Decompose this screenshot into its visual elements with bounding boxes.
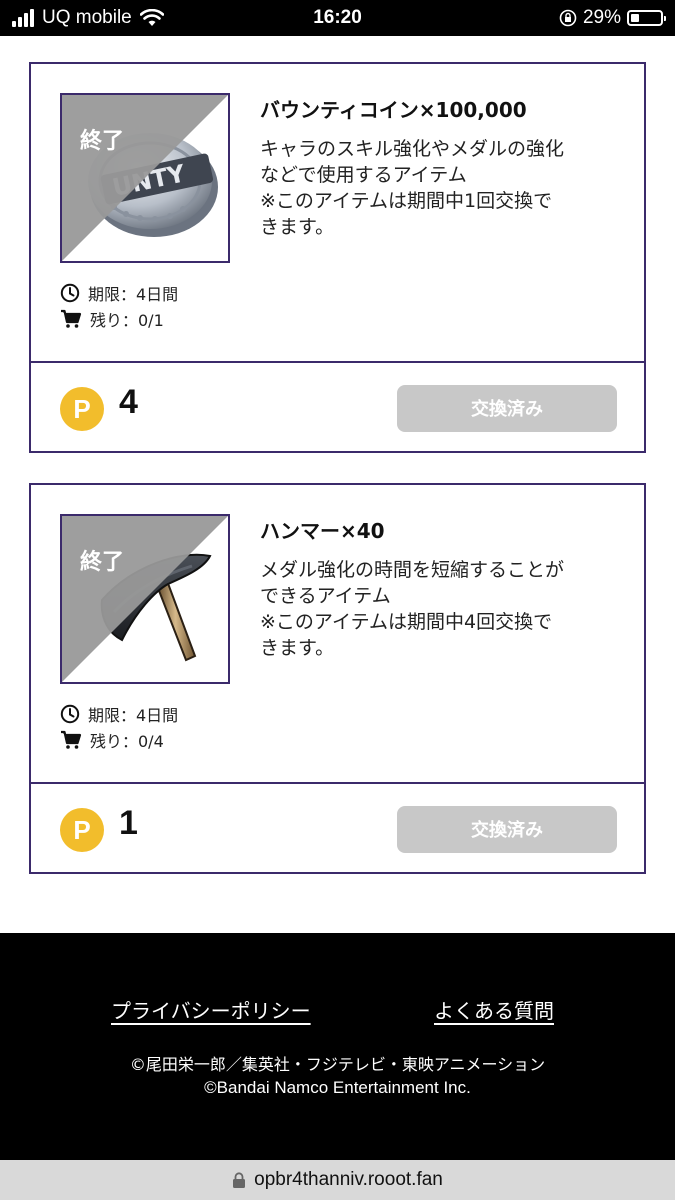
status-bar-right: 29% bbox=[559, 0, 666, 36]
reward-card: 終了 期限：4日間 残り：0/4 ハンマー×40 メダル強化の時間を短縮すること… bbox=[29, 483, 646, 874]
description-line: メダル強化の時間を短縮することが bbox=[260, 559, 565, 581]
clock-icon bbox=[60, 704, 80, 724]
description-line: ※このアイテムは期間中4回交換で bbox=[260, 611, 553, 633]
reward-card-body: UNTY 終了 期限：4日間 残り：0/1 バウンティコイン×100,000 キ… bbox=[31, 64, 644, 361]
description-line: などで使用するアイテム bbox=[260, 164, 467, 186]
ended-label: 終了 bbox=[80, 550, 125, 575]
reward-title: ハンマー×40 bbox=[260, 519, 385, 543]
browser-url-bar[interactable]: opbr4thanniv.rooot.fan bbox=[0, 1160, 675, 1200]
url-text: opbr4thanniv.rooot.fan bbox=[254, 1169, 443, 1190]
deadline-row: 期限：4日間 bbox=[60, 280, 178, 306]
orientation-lock-icon bbox=[559, 9, 577, 27]
reward-thumbnail: 終了 bbox=[60, 514, 230, 684]
copyright-text: ©尾田栄一郎／集英社・フジテレビ・東映アニメーション bbox=[129, 1055, 546, 1074]
description-line: きます。 bbox=[260, 216, 335, 238]
battery-percent: 29% bbox=[582, 7, 621, 28]
reward-description: メダル強化の時間を短縮することが できるアイテム ※このアイテムは期間中4回交換… bbox=[260, 557, 620, 661]
ended-ribbon bbox=[62, 516, 228, 682]
faq-link[interactable]: よくある質問 bbox=[434, 995, 554, 1024]
battery-icon bbox=[627, 10, 666, 26]
lock-icon bbox=[233, 1171, 246, 1188]
description-line: きます。 bbox=[260, 637, 335, 659]
reward-card-footer: P 4 交換済み bbox=[31, 363, 644, 451]
copyright-text: ©Bandai Namco Entertainment Inc. bbox=[204, 1078, 471, 1097]
description-line: できるアイテム bbox=[260, 585, 391, 607]
remaining-text: 残り：0/4 bbox=[90, 732, 164, 751]
description-line: キャラのスキル強化やメダルの強化 bbox=[260, 138, 565, 160]
point-cost: 4 bbox=[119, 383, 138, 421]
clock-icon bbox=[60, 283, 80, 303]
remaining-row: 残り：0/1 bbox=[60, 306, 178, 332]
exchanged-button[interactable]: 交換済み bbox=[397, 806, 617, 853]
privacy-policy-link[interactable]: プライバシーポリシー bbox=[111, 995, 311, 1024]
site-footer: プライバシーポリシー よくある質問 ©尾田栄一郎／集英社・フジテレビ・東映アニメ… bbox=[0, 933, 675, 1160]
ended-ribbon bbox=[62, 95, 228, 261]
reward-meta: 期限：4日間 残り：0/1 bbox=[60, 280, 178, 332]
reward-card: UNTY 終了 期限：4日間 残り：0/1 バウンティコイン×100,000 キ… bbox=[29, 62, 646, 453]
remaining-text: 残り：0/1 bbox=[90, 311, 164, 330]
reward-card-body: 終了 期限：4日間 残り：0/4 ハンマー×40 メダル強化の時間を短縮すること… bbox=[31, 485, 644, 782]
remaining-row: 残り：0/4 bbox=[60, 727, 178, 753]
exchanged-button[interactable]: 交換済み bbox=[397, 385, 617, 432]
reward-thumbnail: UNTY 終了 bbox=[60, 93, 230, 263]
status-bar: UQ mobile 16:20 29% bbox=[0, 0, 675, 36]
point-coin-icon: P bbox=[60, 808, 104, 852]
deadline-text: 期限：4日間 bbox=[88, 285, 179, 304]
reward-title: バウンティコイン×100,000 bbox=[260, 98, 527, 122]
reward-description: キャラのスキル強化やメダルの強化 などで使用するアイテム ※このアイテムは期間中… bbox=[260, 136, 620, 240]
description-line: ※このアイテムは期間中1回交換で bbox=[260, 190, 553, 212]
point-cost: 1 bbox=[119, 804, 138, 842]
cart-icon bbox=[61, 309, 82, 328]
cart-icon bbox=[61, 730, 82, 749]
reward-meta: 期限：4日間 残り：0/4 bbox=[60, 701, 178, 753]
reward-card-footer: P 1 交換済み bbox=[31, 784, 644, 872]
battery-level bbox=[631, 14, 640, 22]
point-coin-icon: P bbox=[60, 387, 104, 431]
ended-label: 終了 bbox=[80, 129, 125, 154]
deadline-row: 期限：4日間 bbox=[60, 701, 178, 727]
deadline-text: 期限：4日間 bbox=[88, 706, 179, 725]
